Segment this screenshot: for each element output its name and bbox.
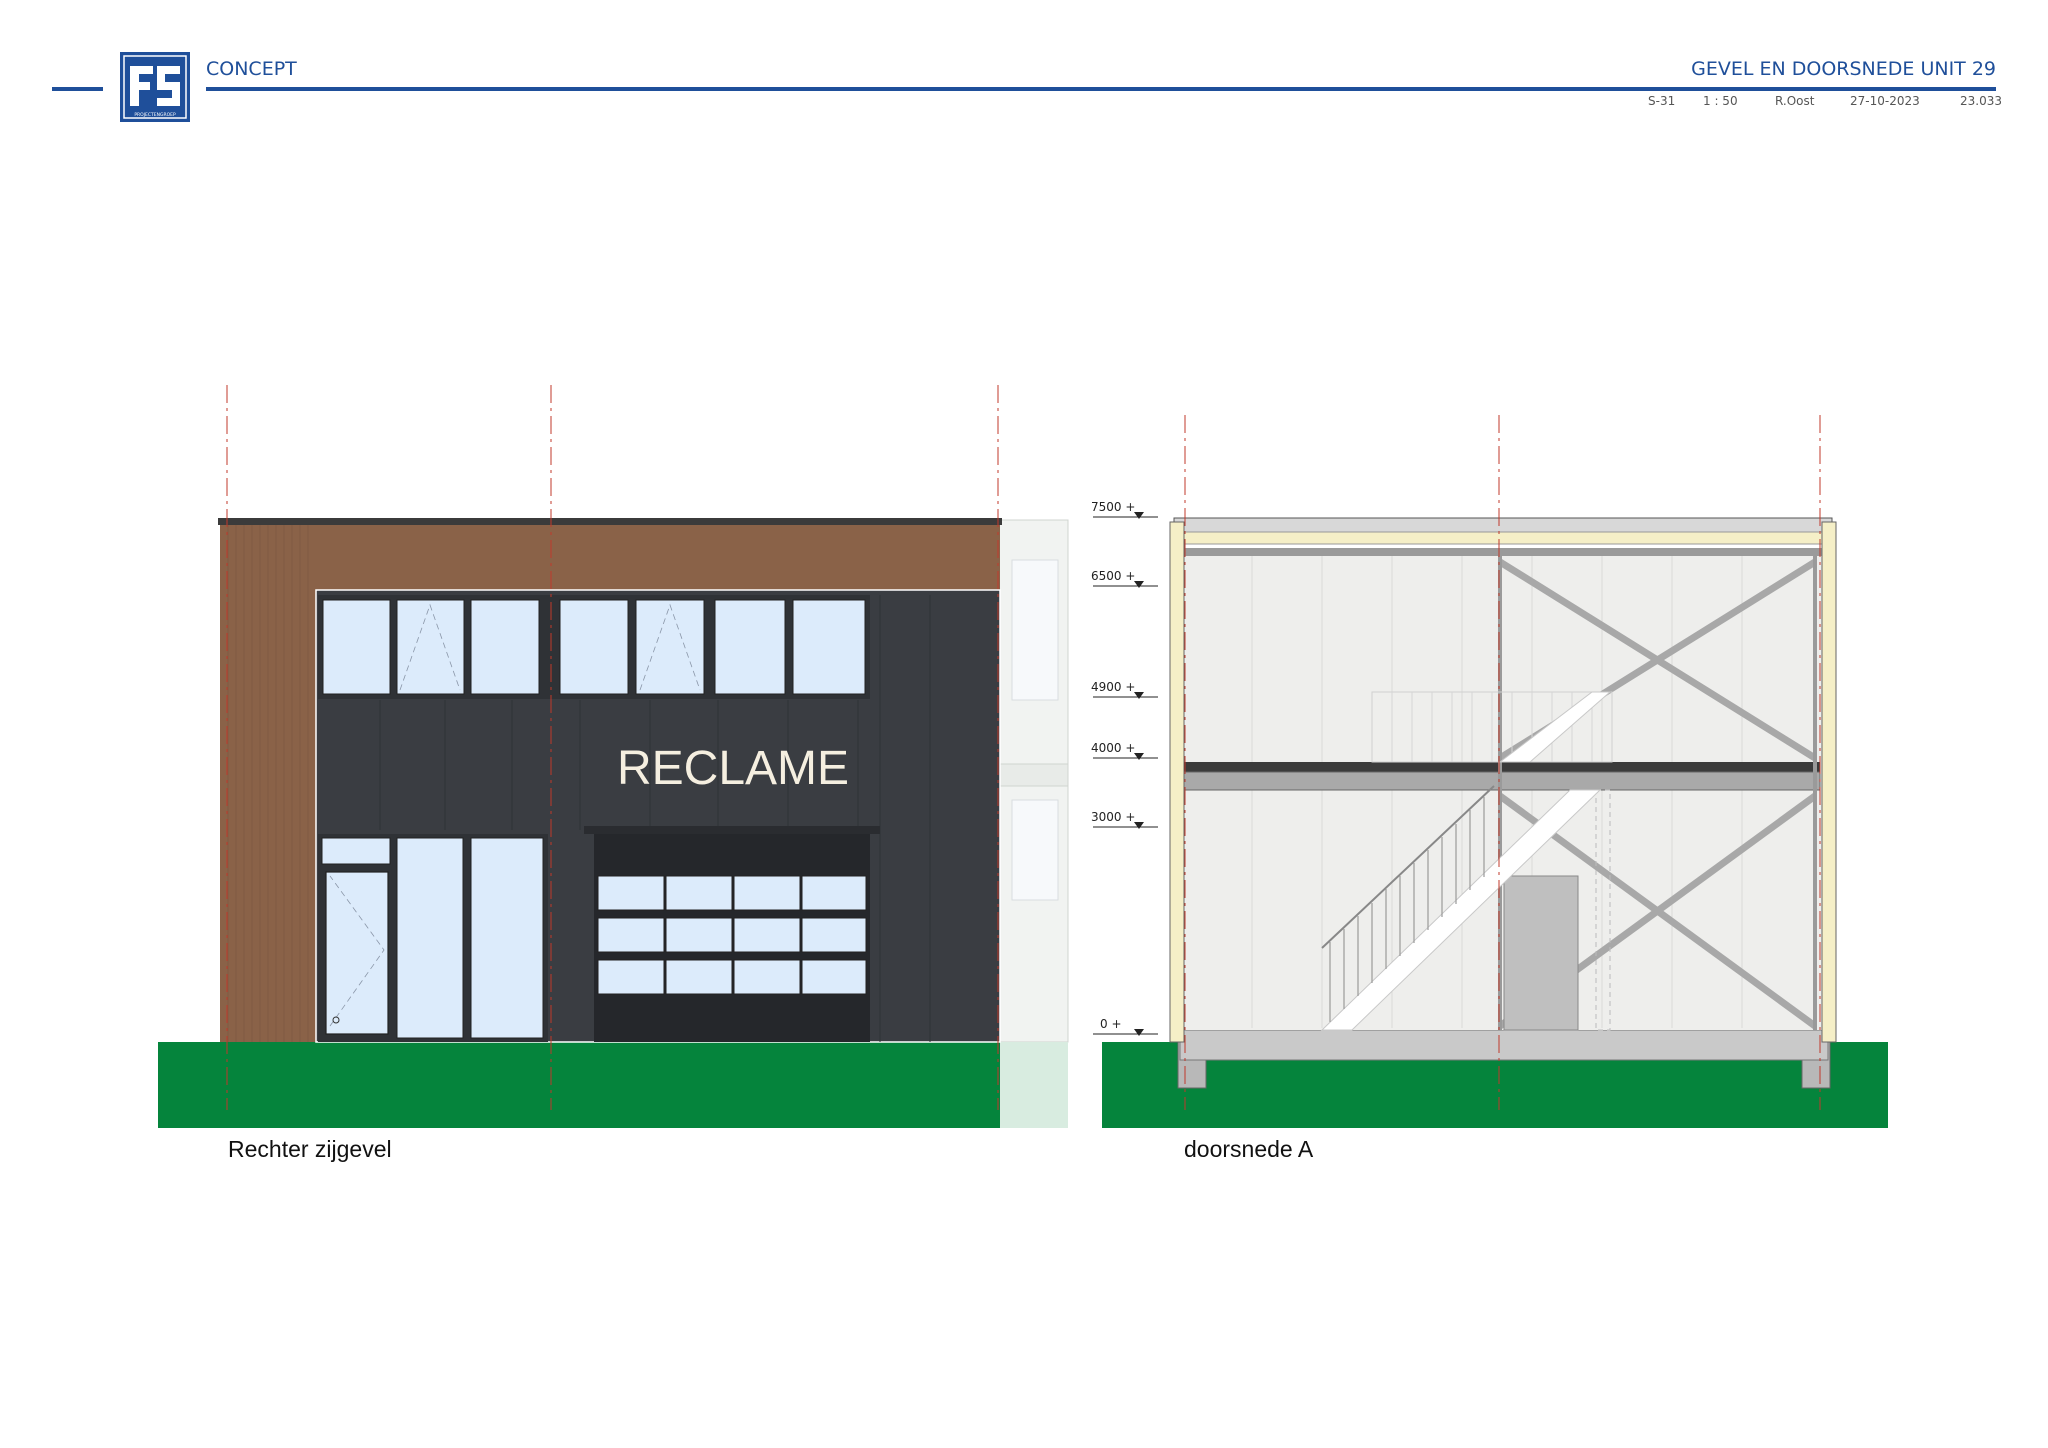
level-markers: 7500 + 6500 + 4900 + 4000 + 3000 + 0 + [1091, 500, 1158, 1036]
level-marker-6500: 6500 + [1091, 569, 1158, 588]
section-drawing: 7500 + 6500 + 4900 + 4000 + 3000 + 0 + [1091, 415, 1888, 1128]
ground-floor-slab [1179, 1029, 1829, 1061]
upper-window-panes [322, 599, 866, 695]
roof-insulation [1175, 531, 1831, 545]
neighbour-window-upper [1011, 559, 1059, 701]
level-marker-3000: 3000 + [1091, 810, 1158, 829]
section-caption: doorsnede A [1184, 1136, 1314, 1162]
level-label-7500: 7500 + [1091, 500, 1135, 514]
interior-door [1503, 875, 1579, 1031]
ground-elevation [158, 1042, 1000, 1128]
overhead-door-panes [597, 875, 867, 995]
level-marker-4000: 4000 + [1091, 741, 1158, 760]
roof-edge [218, 518, 1002, 525]
ground-neighbour [1000, 1042, 1068, 1128]
entrance-door [325, 871, 389, 1035]
level-label-0: 0 + [1100, 1017, 1122, 1031]
wall-right [1821, 521, 1837, 1043]
level-label-4000: 4000 + [1091, 741, 1135, 755]
level-marker-4900: 4900 + [1091, 680, 1158, 699]
level-marker-0: 0 + [1093, 1017, 1158, 1036]
roof-beam [1182, 548, 1826, 556]
wall-left [1169, 521, 1185, 1043]
level-marker-7500: 7500 + [1091, 500, 1158, 519]
elevation-drawing: RECLAME [158, 385, 1069, 1128]
neighbour-window-lower [1011, 799, 1059, 901]
level-label-4900: 4900 + [1091, 680, 1135, 694]
reclame-sign: RECLAME [617, 742, 849, 795]
level-label-3000: 3000 + [1091, 810, 1135, 824]
neighbour-fascia [997, 763, 1069, 787]
level-label-6500: 6500 + [1091, 569, 1135, 583]
door-canopy [584, 826, 880, 834]
elevation-caption: Rechter zijgevel [228, 1136, 392, 1162]
drawing-sheet: RECLAME 7500 + 6500 + 4900 + 4000 + 3000… [158, 385, 1888, 1128]
